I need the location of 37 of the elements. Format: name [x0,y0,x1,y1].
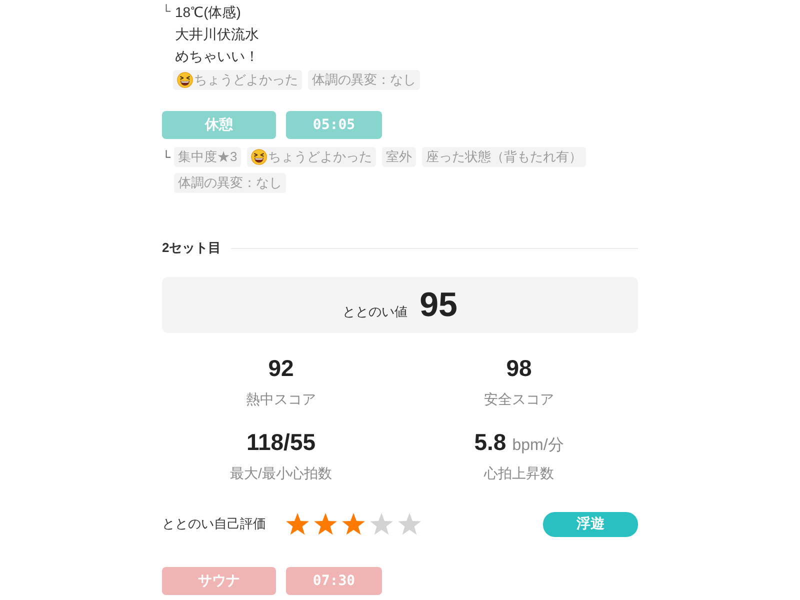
stat-label: 最大/最小心拍数 [230,464,332,483]
star-icon [369,512,394,536]
score-label: ととのい値 [342,303,408,321]
memo-line: 大井川伏流水 [175,25,259,44]
stat-label: 安全スコア [484,390,554,409]
star-icon [397,512,422,536]
duration-label: 07:30 [286,567,382,595]
info-tag: 体調の異変：なし [308,70,420,90]
laughing-face-icon [251,149,268,165]
stat-label: 熱中スコア [246,390,316,409]
phase-label: 休憩 [162,111,276,139]
stat-unit: bpm/分 [512,436,564,456]
star-icon [313,512,338,536]
info-tag: 体調の異変：なし [174,173,286,193]
score-value: 95 [420,285,458,326]
stat-value: 5.8 [474,428,506,456]
info-tag: 集中度★3 [174,147,242,167]
duration-label: 05:05 [286,111,382,139]
set-heading: 2セット目 [162,239,222,257]
rating-label: ととのい自己評価 [162,515,266,533]
feeling-tag: 浮遊 [543,512,638,536]
stat-value: 98 [506,354,532,382]
mood-tag: ちょうどよかった [247,147,376,167]
info-tag: 座った状態（背もたれ有） [422,147,586,167]
memo-line: めちゃいい！ [175,47,259,66]
branch-mark: └ [162,3,170,20]
laughing-face-icon [177,72,193,88]
stat-value: 118/55 [246,428,316,456]
phase-label: サウナ [162,567,276,595]
star-icon [285,512,310,536]
memo-line: 18℃(体感) [175,3,241,22]
star-icon [341,512,366,536]
branch-mark: └ [162,149,170,166]
info-tag: 室外 [382,147,416,167]
mood-tag: ちょうどよかった [173,70,302,90]
stat-value: 92 [268,354,294,382]
stat-label: 心拍上昇数 [484,464,554,483]
